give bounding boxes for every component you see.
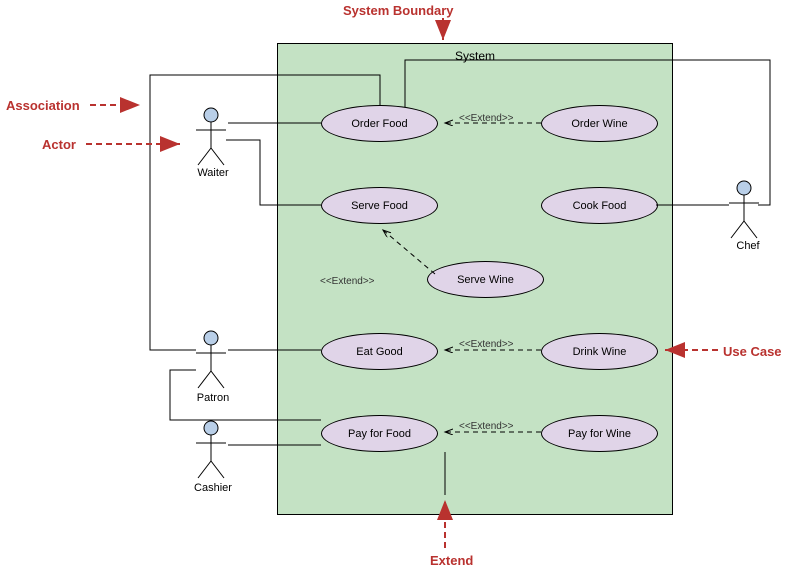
usecase-pay-food: Pay for Food — [321, 415, 438, 452]
usecase-serve-wine: Serve Wine — [427, 261, 544, 298]
usecase-cook-food: Cook Food — [541, 187, 658, 224]
usecase-pay-wine: Pay for Wine — [541, 415, 658, 452]
usecase-serve-food: Serve Food — [321, 187, 438, 224]
usecase-order-food: Order Food — [321, 105, 438, 142]
actor-waiter-icon — [196, 108, 226, 165]
label-association: Association — [6, 98, 80, 113]
diagram-canvas: System Order Food Order Wine Serve Food … — [0, 0, 792, 571]
extend-stereotype-2: <<Extend>> — [320, 276, 375, 287]
actor-chef-label: Chef — [728, 240, 768, 252]
extend-stereotype-4: <<Extend>> — [459, 421, 514, 432]
actor-cashier-icon — [196, 421, 226, 478]
extend-stereotype-1: <<Extend>> — [459, 113, 514, 124]
label-actor: Actor — [42, 137, 76, 152]
usecase-eat-good: Eat Good — [321, 333, 438, 370]
actor-chef-icon — [729, 181, 759, 238]
label-use-case: Use Case — [723, 344, 782, 359]
label-extend: Extend — [430, 553, 473, 568]
actor-patron-label: Patron — [188, 392, 238, 404]
extend-stereotype-3: <<Extend>> — [459, 339, 514, 350]
label-system-boundary: System Boundary — [343, 3, 454, 18]
usecase-order-wine: Order Wine — [541, 105, 658, 142]
actor-cashier-label: Cashier — [188, 482, 238, 494]
system-title: System — [455, 49, 495, 63]
actor-patron-icon — [196, 331, 226, 388]
actor-waiter-label: Waiter — [188, 167, 238, 179]
usecase-drink-wine: Drink Wine — [541, 333, 658, 370]
